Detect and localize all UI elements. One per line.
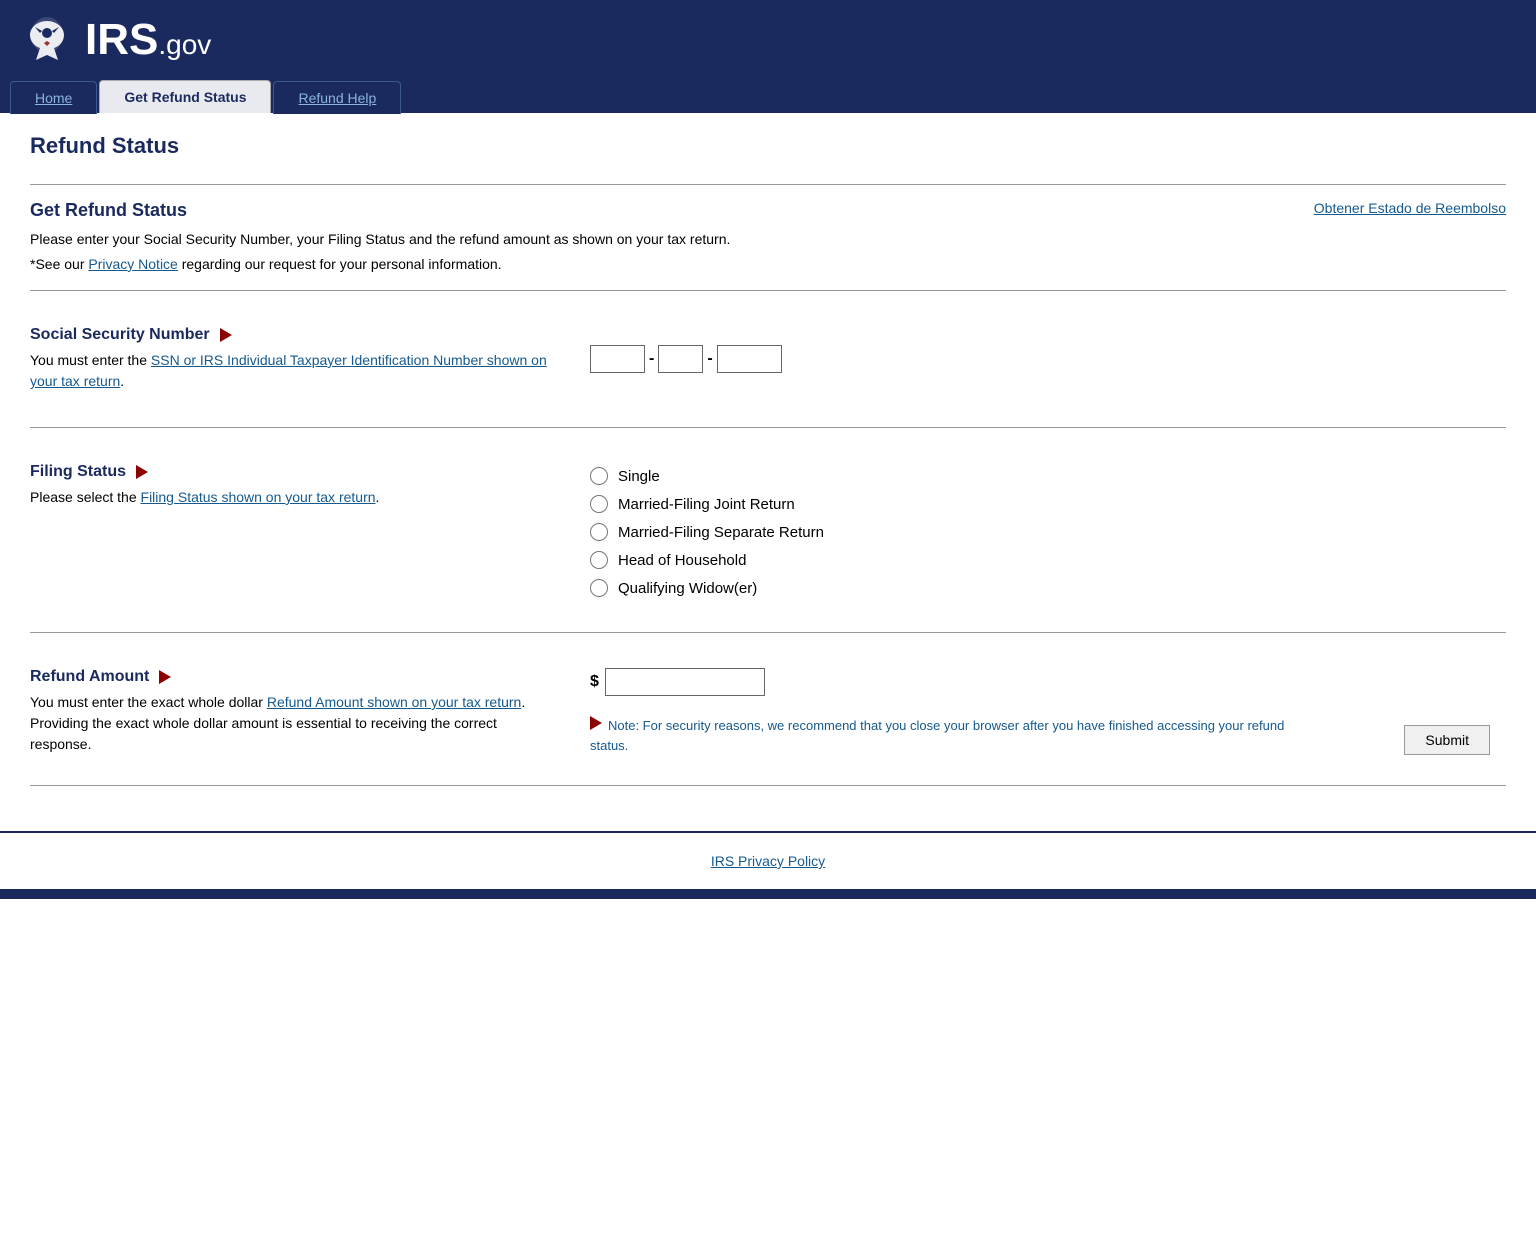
radio-qualifying-widow-label: Qualifying Widow(er)	[618, 580, 757, 597]
nav-bar: Home Get Refund Status Refund Help	[0, 80, 1536, 113]
intro-text-2: *See our Privacy Notice regarding our re…	[30, 254, 1506, 275]
bottom-bar	[0, 889, 1536, 899]
irs-eagle-icon	[20, 13, 75, 68]
ssn-label-col: Social Security Number You must enter th…	[30, 326, 550, 392]
ssn-dash-2: -	[707, 350, 712, 368]
title-divider	[30, 184, 1506, 185]
footer: IRS Privacy Policy	[0, 831, 1536, 889]
filing-status-label-col: Filing Status Please select the Filing S…	[30, 463, 550, 597]
ssn-field-col: - -	[590, 326, 1506, 392]
bottom-divider	[30, 785, 1506, 786]
refund-amount-description: You must enter the exact whole dollar Re…	[30, 692, 550, 755]
radio-single[interactable]: Single	[590, 467, 1506, 485]
radio-married-separate[interactable]: Married-Filing Separate Return	[590, 523, 1506, 541]
ssn-title: Social Security Number	[30, 326, 550, 344]
intro-text-1: Please enter your Social Security Number…	[30, 229, 1506, 250]
refund-amount-title: Refund Amount	[30, 668, 550, 686]
main-content: Refund Status Get Refund Status Obtener …	[0, 113, 1536, 831]
radio-single-label: Single	[618, 468, 660, 485]
note-submit-row: Note: For security reasons, we recommend…	[590, 716, 1490, 755]
radio-married-separate-label: Married-Filing Separate Return	[618, 524, 824, 541]
ssn-section: Social Security Number You must enter th…	[30, 306, 1506, 412]
radio-head-of-household-input[interactable]	[590, 551, 608, 569]
filing-status-title: Filing Status	[30, 463, 550, 481]
spanish-link[interactable]: Obtener Estado de Reembolso	[1314, 200, 1506, 216]
radio-married-separate-input[interactable]	[590, 523, 608, 541]
tab-get-refund-status[interactable]: Get Refund Status	[99, 80, 271, 113]
intro-divider	[30, 290, 1506, 291]
radio-head-of-household-label: Head of Household	[618, 552, 746, 569]
ssn-input-part1[interactable]	[590, 345, 645, 373]
filing-status-section: Filing Status Please select the Filing S…	[30, 443, 1506, 617]
radio-married-joint-label: Married-Filing Joint Return	[618, 496, 795, 513]
refund-amount-section: Refund Amount You must enter the exact w…	[30, 648, 1506, 775]
ssn-input-part3[interactable]	[717, 345, 782, 373]
ssn-description: You must enter the SSN or IRS Individual…	[30, 350, 550, 392]
ssn-input-part2[interactable]	[658, 345, 703, 373]
filing-status-radio-group: Single Married-Filing Joint Return Marri…	[590, 467, 1506, 597]
ssn-divider	[30, 427, 1506, 428]
radio-head-of-household[interactable]: Head of Household	[590, 551, 1506, 569]
filing-status-description: Please select the Filing Status shown on…	[30, 487, 550, 508]
refund-amount-input[interactable]	[605, 668, 765, 696]
footer-privacy-link[interactable]: IRS Privacy Policy	[711, 853, 825, 869]
radio-married-joint-input[interactable]	[590, 495, 608, 513]
submit-button[interactable]: Submit	[1404, 725, 1490, 755]
section-header: Get Refund Status Obtener Estado de Reem…	[30, 200, 1506, 221]
tab-home[interactable]: Home	[10, 81, 97, 114]
ssn-input-row: - -	[590, 345, 1506, 373]
filing-status-link[interactable]: Filing Status shown on your tax return	[141, 489, 376, 505]
logo: IRS.gov	[20, 13, 211, 68]
refund-amount-label-col: Refund Amount You must enter the exact w…	[30, 668, 550, 755]
radio-married-joint[interactable]: Married-Filing Joint Return	[590, 495, 1506, 513]
radio-qualifying-widow-input[interactable]	[590, 579, 608, 597]
page-title: Refund Status	[30, 133, 1506, 169]
refund-dollar-row: $	[590, 668, 1506, 696]
note-triangle-icon	[590, 716, 602, 730]
security-note: Note: For security reasons, we recommend…	[590, 716, 1290, 755]
radio-qualifying-widow[interactable]: Qualifying Widow(er)	[590, 579, 1506, 597]
ssn-dash-1: -	[649, 350, 654, 368]
filing-status-divider	[30, 632, 1506, 633]
privacy-notice-link[interactable]: Privacy Notice	[88, 256, 177, 272]
header-title: IRS.gov	[85, 18, 211, 62]
refund-amount-link[interactable]: Refund Amount shown on your tax return	[267, 694, 521, 710]
radio-single-input[interactable]	[590, 467, 608, 485]
filing-status-field-col: Single Married-Filing Joint Return Marri…	[590, 463, 1506, 597]
filing-status-required-icon	[136, 465, 148, 479]
ssn-required-icon	[220, 328, 232, 342]
dollar-sign: $	[590, 673, 599, 691]
tab-refund-help[interactable]: Refund Help	[273, 81, 401, 114]
refund-amount-required-icon	[159, 670, 171, 684]
header: IRS.gov	[0, 0, 1536, 80]
refund-amount-field-col: $ Note: For security reasons, we recomme…	[590, 668, 1506, 755]
